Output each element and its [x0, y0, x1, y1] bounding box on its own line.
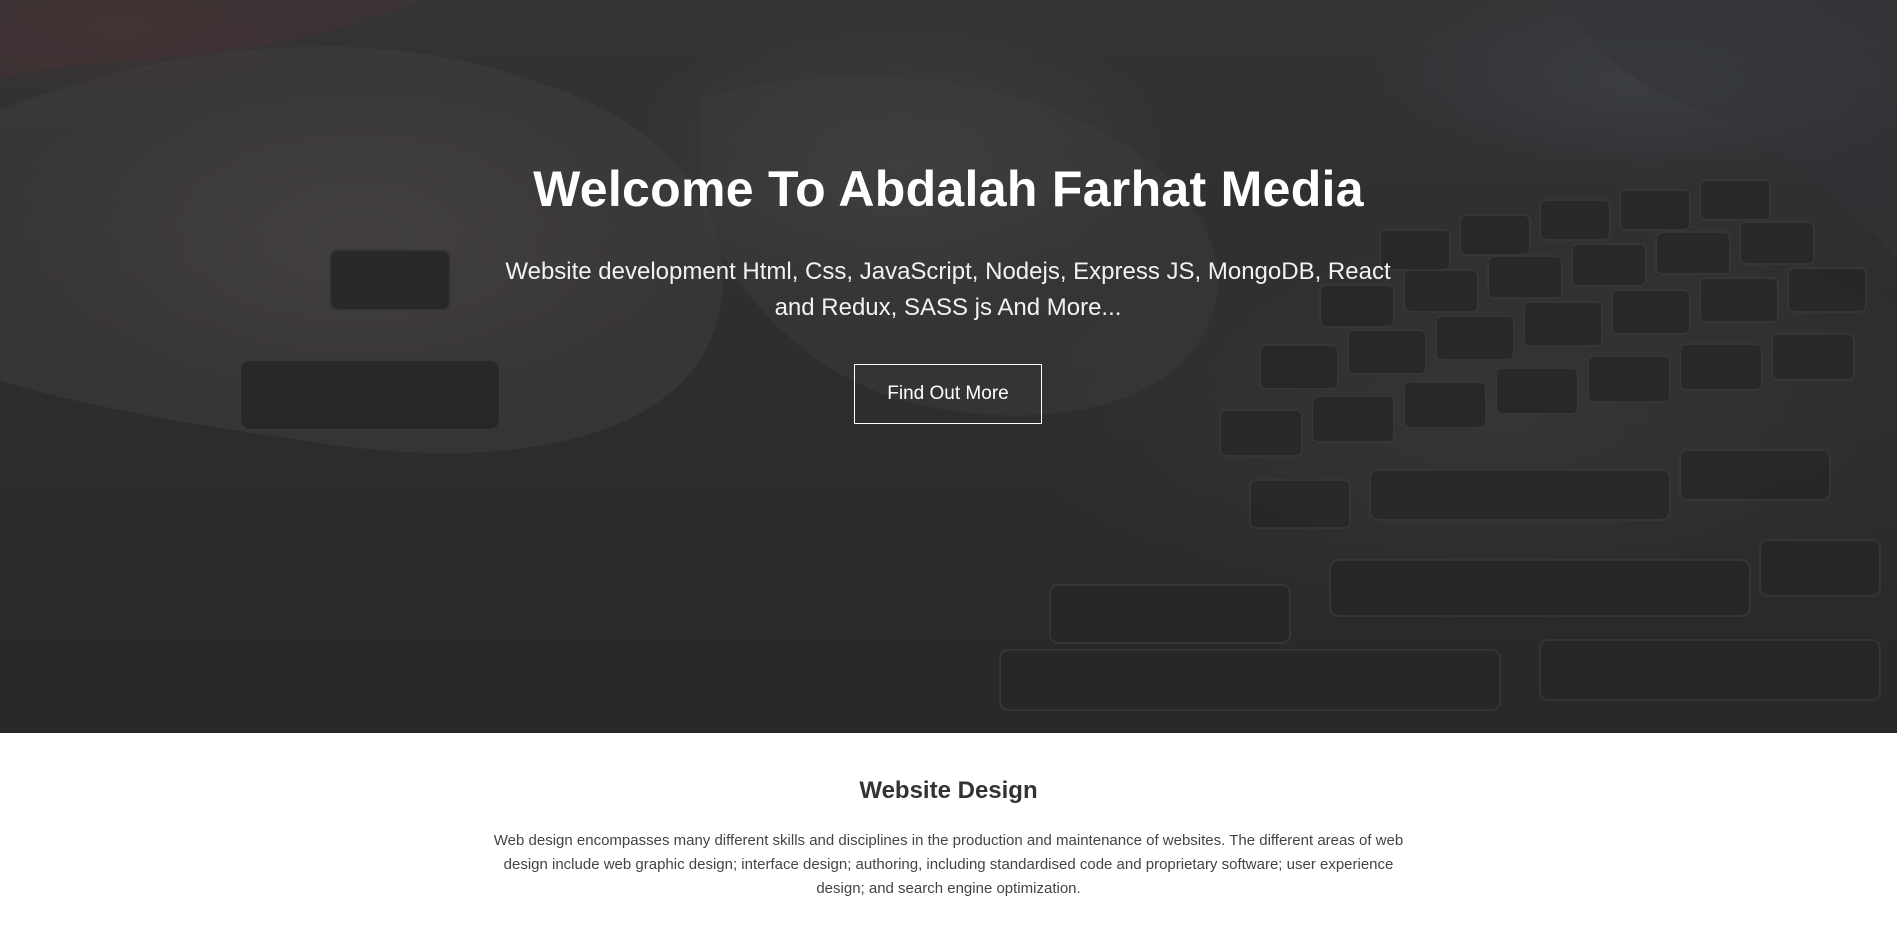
hero-title: Welcome To Abdalah Farhat Media [533, 161, 1364, 217]
find-out-more-button[interactable]: Find Out More [854, 364, 1042, 424]
hero-subtitle: Website development Html, Css, JavaScrip… [505, 258, 1391, 321]
website-design-section: Website Design Web design encompasses ma… [0, 733, 1897, 931]
section-description: Web design encompasses many different sk… [493, 832, 1404, 897]
section-title: Website Design [859, 777, 1038, 804]
hero-section: Welcome To Abdalah Farhat Media Website … [0, 0, 1897, 733]
